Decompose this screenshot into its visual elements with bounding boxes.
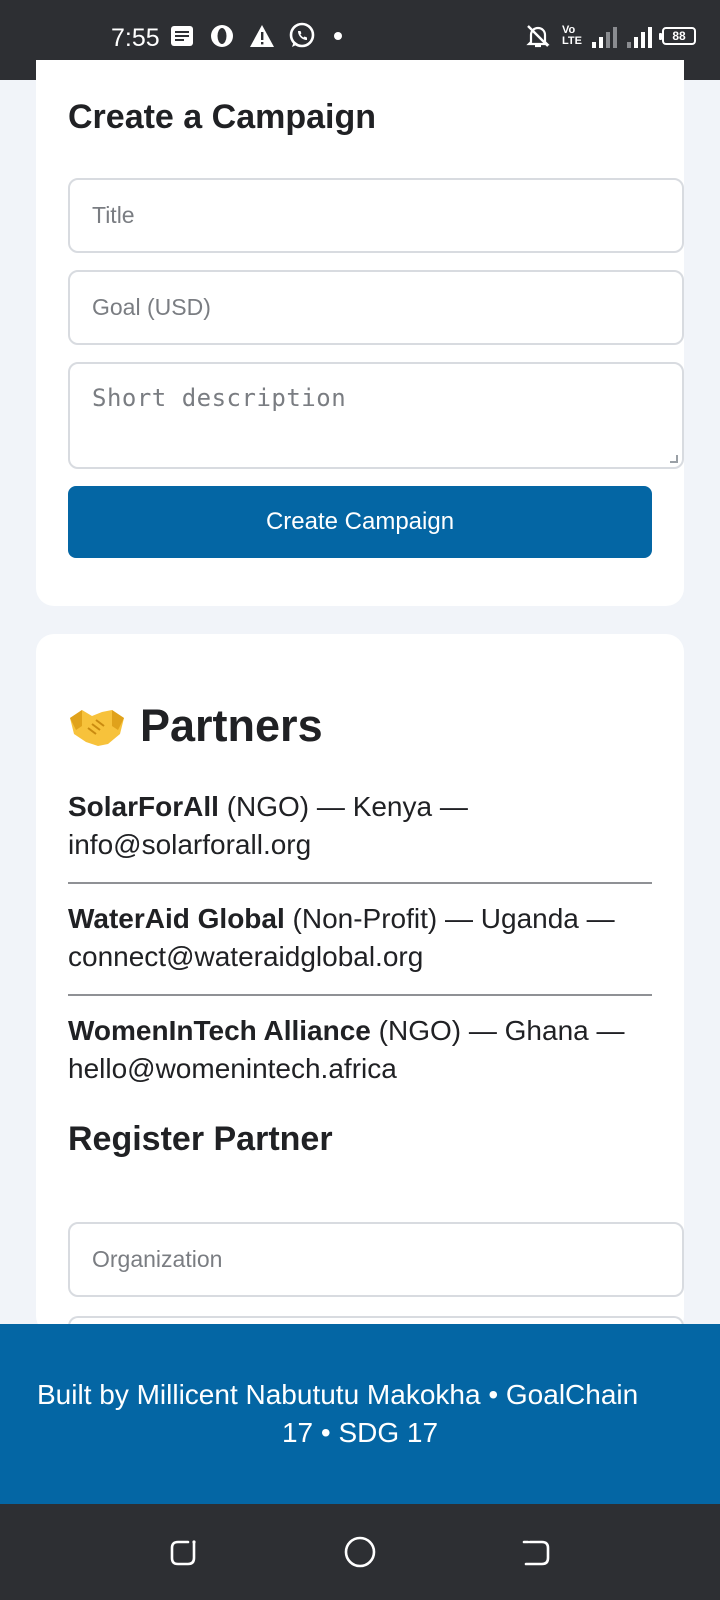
back-icon[interactable] bbox=[518, 1534, 554, 1570]
signal-strength-1-icon bbox=[592, 24, 617, 48]
resize-handle-icon[interactable] bbox=[670, 455, 678, 463]
partner-item: WaterAid Global (Non-Profit) — Uganda — … bbox=[68, 882, 652, 994]
footer-credit-line2: 17 • SDG 17 bbox=[281, 1417, 439, 1448]
notification-icons bbox=[168, 22, 342, 50]
status-time: 7:55 bbox=[111, 24, 160, 52]
handshake-icon bbox=[68, 704, 126, 748]
organization-placeholder: Organization bbox=[92, 1246, 223, 1272]
short-description-textarea[interactable]: Short description bbox=[68, 362, 684, 469]
partner-name: WaterAid Global bbox=[68, 903, 285, 934]
page-footer: Built by Millicent Nabututu Makokha • Go… bbox=[0, 1324, 720, 1504]
recents-icon[interactable] bbox=[166, 1534, 202, 1570]
create-campaign-heading: Create a Campaign bbox=[68, 98, 376, 136]
create-campaign-card: Create a Campaign Title Goal (USD) Short… bbox=[36, 60, 684, 606]
partners-heading: Partners bbox=[140, 700, 323, 751]
more-notifications-dot bbox=[334, 32, 342, 40]
organization-input[interactable]: Organization bbox=[68, 1222, 684, 1297]
opera-icon bbox=[208, 22, 236, 50]
create-campaign-button[interactable]: Create Campaign bbox=[68, 486, 652, 558]
partners-card: Partners SolarForAll (NGO) — Kenya — inf… bbox=[36, 634, 684, 1356]
network-lte-label: LTE bbox=[562, 35, 582, 47]
title-placeholder: Title bbox=[92, 202, 135, 228]
network-type: Vo LTE bbox=[562, 25, 582, 47]
whatsapp-icon bbox=[288, 22, 316, 50]
footer-credit-line1: Built by Millicent Nabututu Makokha • Go… bbox=[37, 1379, 639, 1410]
battery-icon: 88 bbox=[659, 27, 696, 45]
title-input[interactable]: Title bbox=[68, 178, 684, 253]
system-nav-bar bbox=[0, 1504, 720, 1600]
goal-placeholder: Goal (USD) bbox=[92, 294, 211, 320]
partner-item: WomenInTech Alliance (NGO) — Ghana — hel… bbox=[68, 994, 652, 1106]
signal-strength-2-icon bbox=[627, 24, 652, 48]
bell-off-icon bbox=[524, 22, 552, 50]
goal-usd-input[interactable]: Goal (USD) bbox=[68, 270, 684, 345]
register-partner-heading: Register Partner bbox=[68, 1120, 333, 1158]
partner-name: WomenInTech Alliance bbox=[68, 1015, 371, 1046]
partner-name: SolarForAll bbox=[68, 791, 219, 822]
home-icon[interactable] bbox=[342, 1534, 378, 1570]
warning-icon bbox=[248, 22, 276, 50]
system-icons: Vo LTE 88 bbox=[524, 22, 696, 50]
message-icon bbox=[168, 22, 196, 50]
description-placeholder: Short description bbox=[92, 384, 347, 412]
partner-list: SolarForAll (NGO) — Kenya — info@solarfo… bbox=[68, 782, 652, 1106]
partners-header: Partners bbox=[68, 700, 323, 752]
partner-item: SolarForAll (NGO) — Kenya — info@solarfo… bbox=[68, 782, 652, 882]
